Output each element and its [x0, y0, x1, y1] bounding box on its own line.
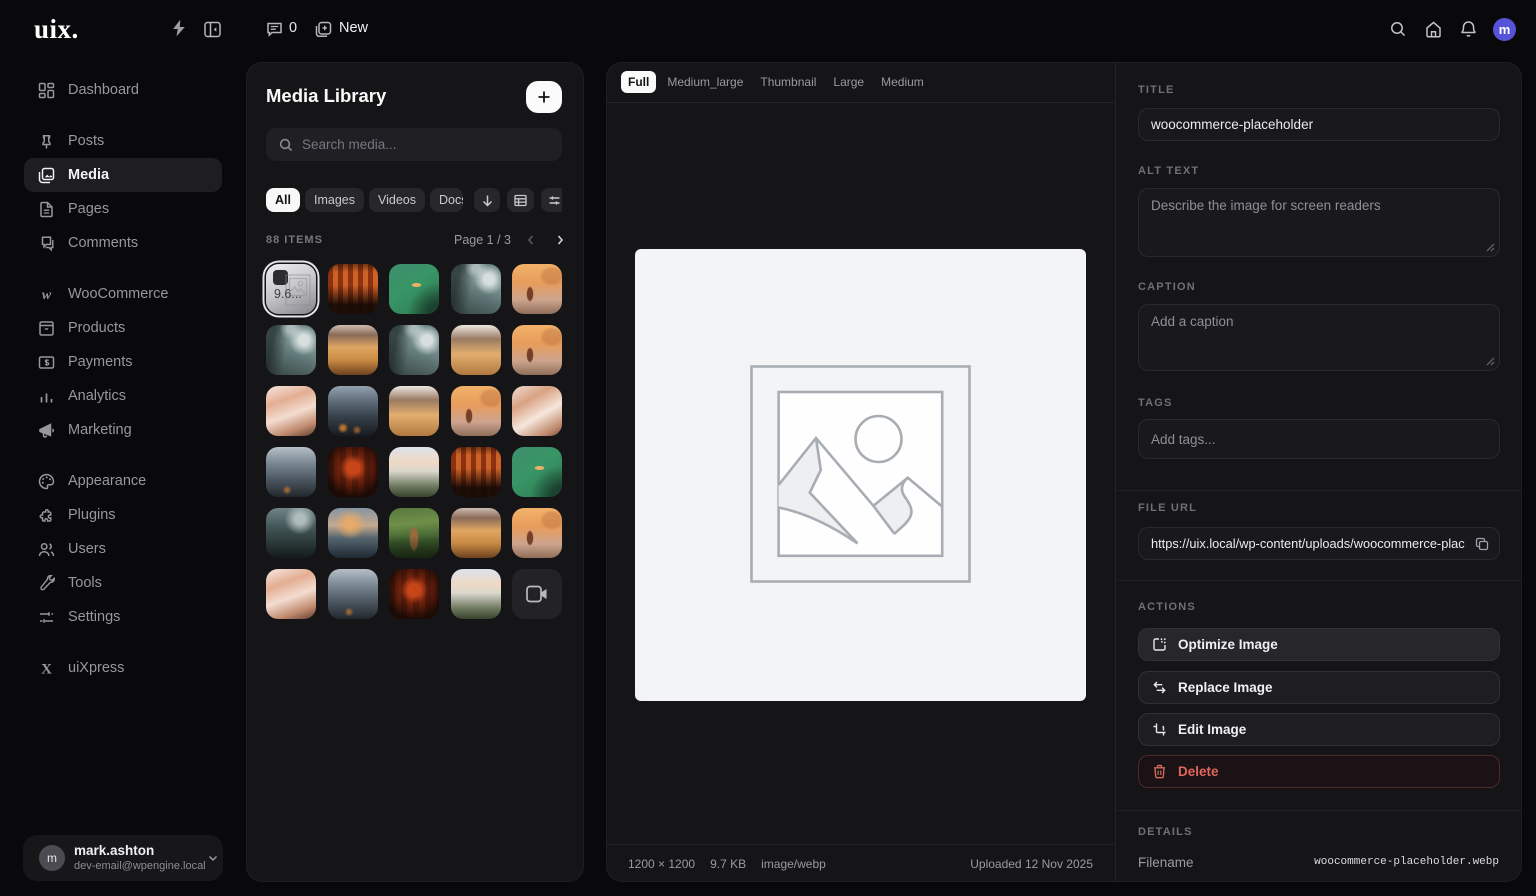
svg-text:w: w [42, 288, 52, 303]
svg-text:X: X [41, 661, 52, 677]
